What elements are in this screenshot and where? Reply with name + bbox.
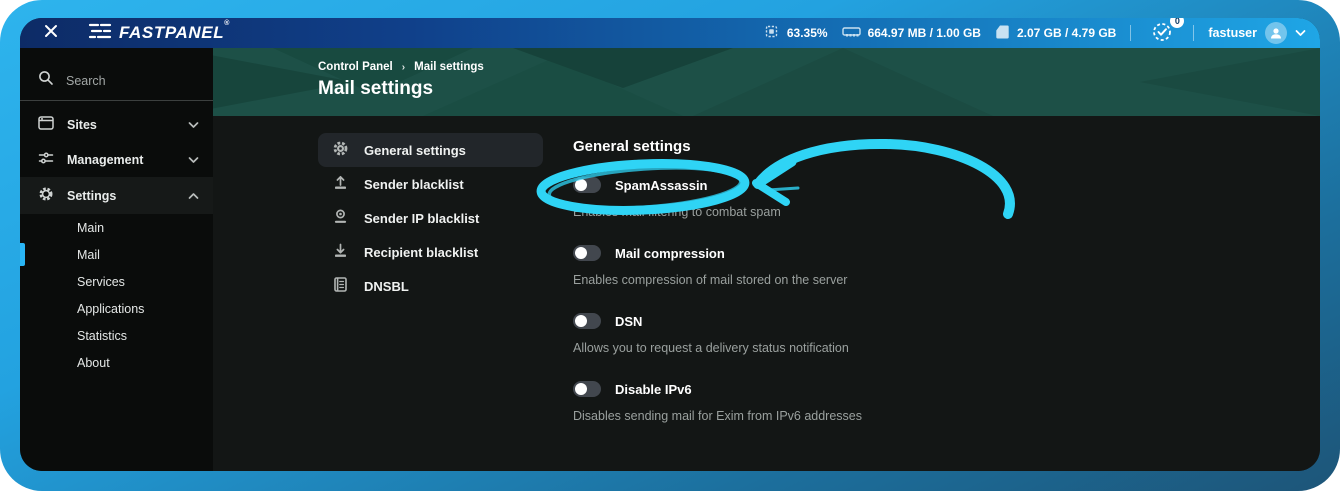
top-bar: FASTPANEL® 63.35% [20,18,1320,48]
toggle-group-spamassassin: SpamAssassin Enables mail filtering to c… [573,177,862,219]
search-input[interactable] [66,74,186,88]
toggle-label: SpamAssassin [615,178,708,193]
toggle-group-mail-compression: Mail compression Enables compression of … [573,245,862,287]
breadcrumb: Control Panel › Mail settings [318,61,1320,73]
nav-item-label: Recipient blacklist [364,245,478,260]
nav-item-sender-blacklist[interactable]: Sender blacklist [318,167,543,201]
search-row [20,62,213,101]
nav-item-sender-ip-blacklist[interactable]: Sender IP blacklist [318,201,543,235]
sidebar: Sites Management [20,48,213,471]
toggle-label: Mail compression [615,246,725,261]
page-header: Control Panel › Mail settings Mail setti… [213,48,1320,116]
chevron-down-icon [1295,26,1306,40]
nav-item-general-settings[interactable]: General settings [318,133,543,167]
sidebar-item-sites[interactable]: Sites [20,107,213,142]
sidebar-subitem-applications[interactable]: Applications [20,295,213,322]
gear-icon [38,186,54,205]
general-settings-section: General settings SpamAssassin Enables ma… [573,133,862,471]
active-indicator [20,243,25,266]
close-icon [43,23,59,44]
avatar [1265,22,1287,44]
nav-item-label: DNSBL [364,279,409,294]
ram-stat: 664.97 MB / 1.00 GB [842,25,981,42]
breadcrumb-control-panel[interactable]: Control Panel [318,61,393,73]
chevron-down-icon [188,153,199,167]
tasks-badge: 0 [1170,18,1184,28]
spamassassin-toggle[interactable] [573,177,601,193]
search-icon [38,70,54,91]
fastpanel-app: FASTPANEL® 63.35% [20,18,1320,471]
breadcrumb-mail-settings: Mail settings [414,61,484,73]
nav-item-dnsbl[interactable]: DNSBL [318,269,543,303]
toggle-group-disable-ipv6: Disable IPv6 Disables sending mail for E… [573,381,862,423]
nav-item-label: General settings [364,143,466,158]
toggle-description: Enables compression of mail stored on th… [573,273,862,287]
toggle-label: DSN [615,314,642,329]
sliders-icon [38,151,54,168]
sidebar-subitem-mail[interactable]: Mail [20,241,213,268]
disk-icon [995,24,1010,43]
sidebar-item-label: Management [67,153,175,167]
main-panel: General settings Sender blacklist [213,116,1320,471]
nav-item-recipient-blacklist[interactable]: Recipient blacklist [318,235,543,269]
disk-stat: 2.07 GB / 4.79 GB [995,24,1116,43]
download-icon [332,242,349,262]
fastpanel-logo[interactable]: FASTPANEL® [88,22,230,45]
chevron-up-icon [188,189,199,203]
upload-icon [332,174,349,194]
ip-pin-icon [332,208,349,228]
dsn-toggle[interactable] [573,313,601,329]
sidebar-item-settings[interactable]: Settings [20,177,213,214]
mail-compression-toggle[interactable] [573,245,601,261]
user-menu[interactable]: fastuser [1208,22,1306,44]
divider [1193,25,1194,41]
divider [1130,25,1131,41]
toggle-description: Allows you to request a delivery status … [573,341,862,355]
sidebar-item-label: Sites [67,118,175,132]
window-icon [38,116,54,133]
nav-item-label: Sender IP blacklist [364,211,479,226]
sidebar-subitem-services[interactable]: Services [20,268,213,295]
nav-item-label: Sender blacklist [364,177,464,192]
cpu-value: 63.35% [787,26,828,40]
sidebar-subitem-statistics[interactable]: Statistics [20,322,213,349]
mail-settings-nav: General settings Sender blacklist [318,133,543,471]
logo-sliders-icon [88,22,112,45]
sidebar-item-management[interactable]: Management [20,142,213,177]
breadcrumb-separator: › [402,62,405,73]
toggle-group-dsn: DSN Allows you to request a delivery sta… [573,313,862,355]
cpu-stat: 63.35% [763,23,828,43]
sidebar-item-label: Settings [67,189,175,203]
disk-value: 2.07 GB / 4.79 GB [1017,26,1116,40]
section-heading: General settings [573,138,862,155]
screenshot: FASTPANEL® 63.35% [0,0,1340,491]
ram-icon [842,25,861,42]
toggle-description: Disables sending mail for Exim from IPv6… [573,409,862,423]
disable-ipv6-toggle[interactable] [573,381,601,397]
toggle-label: Disable IPv6 [615,382,692,397]
chevron-down-icon [188,118,199,132]
tasks-button[interactable]: 0 [1145,21,1179,46]
list-book-icon [332,276,349,296]
sidebar-subitem-about[interactable]: About [20,349,213,376]
ram-value: 664.97 MB / 1.00 GB [868,26,981,40]
username: fastuser [1208,26,1257,40]
toggle-description: Enables mail filtering to combat spam [573,205,862,219]
close-button[interactable] [36,23,66,44]
cpu-icon [763,23,780,43]
sidebar-subitem-main[interactable]: Main [20,214,213,241]
gear-icon [332,140,349,160]
logo-text: FASTPANEL® [119,23,230,43]
page-title: Mail settings [318,78,1320,100]
